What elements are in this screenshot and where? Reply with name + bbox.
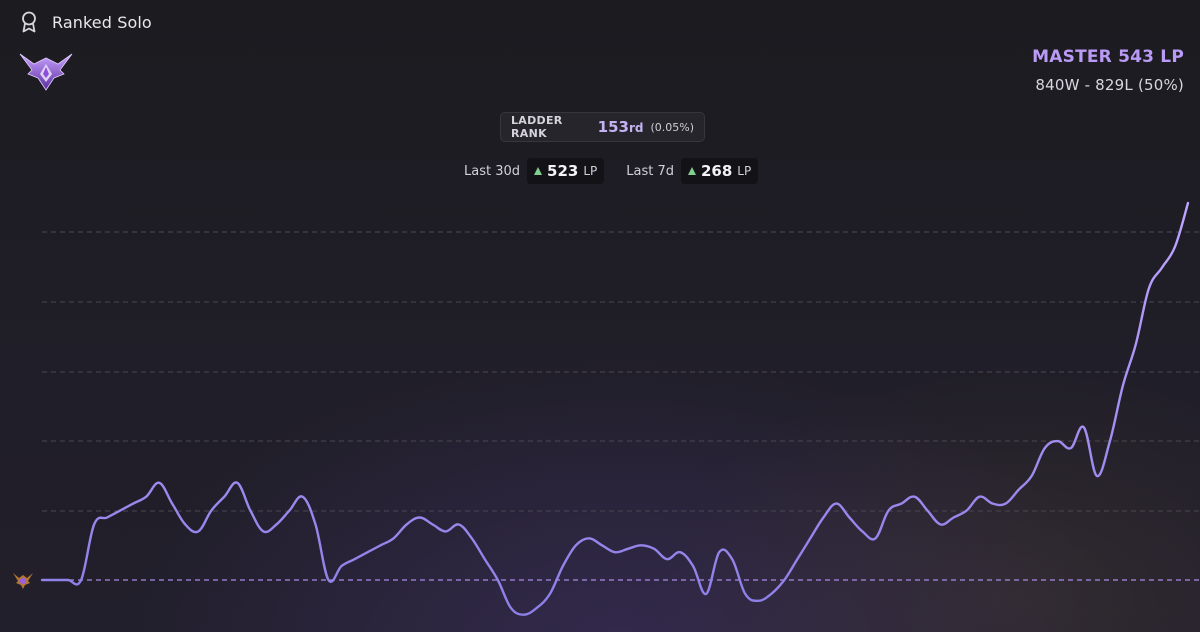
lp-change-value: 523 bbox=[547, 162, 579, 180]
lp-change-7d: 268 LP bbox=[680, 158, 759, 184]
tier-lp-text: MASTER 543 LP bbox=[1032, 47, 1184, 67]
header: Ranked Solo bbox=[20, 9, 152, 35]
lp-change-30d: 523 LP bbox=[527, 158, 605, 184]
lp-change-value: 268 bbox=[700, 162, 733, 180]
ranked-solo-panel: Ranked Solo MASTER 543 LP 840W - 829L (5… bbox=[0, 0, 1200, 632]
ladder-rank-suffix: rd bbox=[628, 121, 644, 135]
lp-unit: LP bbox=[737, 164, 752, 178]
win-loss-record: 840W - 829L (50%) bbox=[1035, 76, 1184, 94]
up-triangle-icon bbox=[534, 167, 543, 175]
grid-lines bbox=[42, 231, 1200, 512]
lp-period-30d: Last 30d bbox=[464, 163, 521, 179]
lp-history-chart bbox=[40, 201, 1200, 616]
master-tier-mini-icon bbox=[13, 573, 33, 589]
ladder-rank-number: 153 bbox=[597, 118, 629, 136]
ladder-rank-badge: LADDER RANK 153 rd (0.05%) bbox=[500, 112, 705, 142]
queue-title: Ranked Solo bbox=[52, 12, 152, 32]
rank-summary: MASTER 543 LP 840W - 829L (50%) bbox=[1032, 47, 1184, 94]
ribbon-award-icon bbox=[22, 11, 36, 33]
ladder-rank-percent: (0.05%) bbox=[650, 120, 694, 134]
ladder-rank-label: LADDER RANK bbox=[511, 114, 563, 140]
lp-series-line bbox=[40, 201, 1190, 616]
lp-unit: LP bbox=[583, 164, 598, 178]
lp-change-row: Last 30d 523 LP Last 7d 268 LP bbox=[464, 158, 759, 184]
master-tier-emblem-icon bbox=[19, 53, 73, 91]
up-triangle-icon bbox=[687, 167, 696, 175]
lp-period-7d: Last 7d bbox=[626, 163, 674, 179]
